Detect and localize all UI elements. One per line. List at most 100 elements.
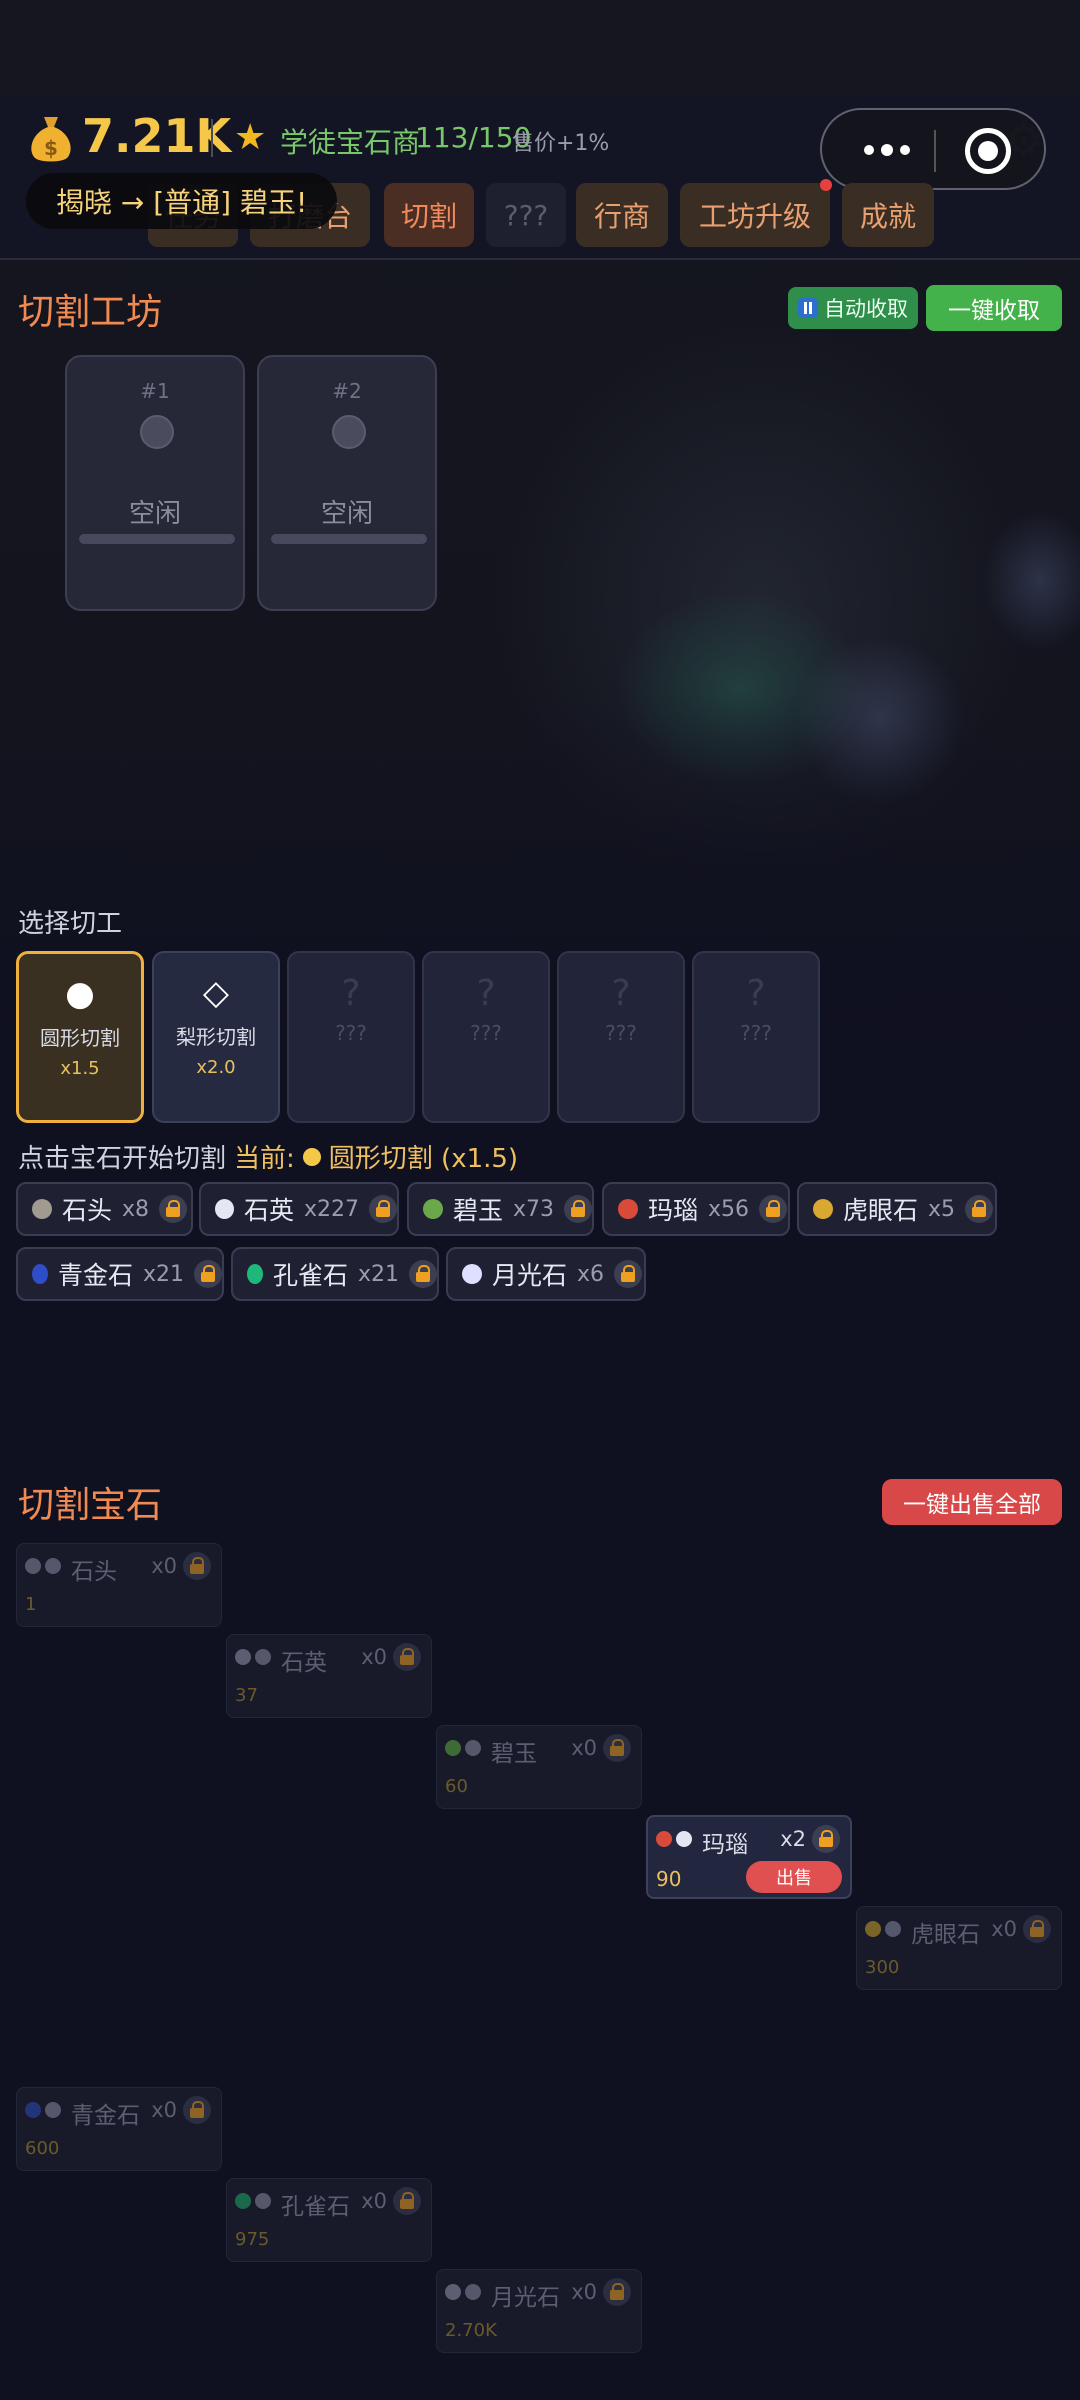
pear-cut-icon: ◇ [202,973,230,1013]
notification-dot [820,179,832,191]
lock-icon[interactable] [614,1260,643,1288]
tab-workshop-upgrade[interactable]: 工坊升级 [680,179,832,247]
tab-merchant[interactable]: 行商 [576,183,668,247]
lock-icon[interactable] [183,1552,211,1580]
lock-icon[interactable] [409,1260,437,1288]
cut-gem-card[interactable]: 虎眼石 x0 300 [856,1906,1062,1990]
cut-option-locked[interactable]: ? ??? [422,951,550,1123]
slot-progress-bar [79,534,235,544]
workshop-title: 切割工坊 [18,292,163,333]
cut-option-locked[interactable]: ? ??? [692,951,820,1123]
gem-name: 玛瑙 [648,1196,699,1225]
gem-dot [215,1199,234,1219]
raw-gem-chip[interactable]: 碧玉 x73 [407,1182,594,1236]
cutting-slot[interactable]: #2 空闲 [257,355,437,611]
sell-button[interactable]: 出售 [746,1861,842,1893]
close-target-icon[interactable] [965,128,1011,174]
cut-dot [676,1831,692,1847]
raw-gem-chip[interactable]: 玛瑙 x56 [602,1182,790,1236]
cut-multiplier: x1.5 [60,1058,100,1079]
gem-value: 90 [656,1867,682,1891]
cut-option-pear[interactable]: ◇ 梨形切割 x2.0 [152,951,280,1123]
gem-value: 1 [25,1594,37,1615]
raw-gem-chip[interactable]: 石英 x227 [199,1182,399,1236]
gem-qty: x0 [361,2189,387,2213]
gem-value: 975 [235,2229,270,2250]
cut-gem-card[interactable]: 石英 x0 37 [226,1634,432,1718]
gem-name: 青金石 [57,1261,133,1290]
question-icon: ? [476,973,496,1014]
gem-qty: x8 [122,1196,150,1222]
auto-collect-button[interactable]: 自动收取 [788,287,918,329]
gem-qty: x0 [571,2280,597,2304]
cut-gem-card[interactable]: 玛瑙 x2 90 出售 [646,1815,852,1899]
lock-icon[interactable] [159,1195,188,1223]
more-icon[interactable] [852,132,922,168]
gem-value: 37 [235,1685,258,1706]
cut-gem-card[interactable]: 青金石 x0 600 [16,2087,222,2171]
gem-name: 石英 [243,1196,294,1225]
gem-qty: x0 [361,1645,387,1669]
header-divider [211,119,213,157]
gem-name: 玛瑙 [702,1832,748,1858]
lock-icon[interactable] [812,1825,840,1853]
lock-icon[interactable] [564,1195,592,1223]
cut-dot [45,1558,61,1574]
raw-gem-chip[interactable]: 月光石 x6 [446,1247,646,1301]
cut-gem-card[interactable]: 碧玉 x0 60 [436,1725,642,1809]
sell-all-button[interactable]: 一键出售全部 [882,1479,1062,1525]
gem-name: 碧玉 [452,1196,503,1225]
lock-icon[interactable] [183,2096,211,2124]
lock-icon[interactable] [393,1643,421,1671]
gem-dot [618,1199,638,1219]
tab-cut[interactable]: 切割 [384,183,474,247]
gem-name: 月光石 [491,2285,560,2311]
tab-label: 工坊升级 [698,200,811,233]
cut-option-round[interactable]: ● 圆形切割 x1.5 [16,951,144,1123]
gem-dot [445,2284,461,2300]
tab-achievements[interactable]: 成就 [842,183,934,247]
tab-locked[interactable]: ??? [486,183,566,247]
gem-qty: x227 [303,1196,359,1222]
cut-dot [255,1649,271,1665]
gem-dot [235,1649,251,1665]
lock-icon[interactable] [1023,1915,1051,1943]
gem-dot [235,2193,251,2209]
cut-gem-card[interactable]: 孔雀石 x0 975 [226,2178,432,2262]
raw-gem-chip[interactable]: 孔雀石 x21 [231,1247,439,1301]
lock-icon[interactable] [603,2278,631,2306]
gem-name: 虎眼石 [911,1922,980,1948]
cut-name: ??? [740,1021,772,1045]
raw-gem-chip[interactable]: 石头 x8 [16,1182,193,1236]
cut-option-locked[interactable]: ? ??? [287,951,415,1123]
cutting-slot[interactable]: #1 空闲 [65,355,245,611]
gem-qty: x56 [708,1196,750,1222]
cut-gem-card[interactable]: 石头 x0 1 [16,1543,222,1627]
cut-option-locked[interactable]: ? ??? [557,951,685,1123]
question-icon: ? [611,973,631,1014]
lock-icon[interactable] [369,1195,397,1223]
slot-number: #2 [332,379,362,403]
cut-dot [465,2284,481,2300]
cut-gem-card[interactable]: 月光石 x0 2.70K [436,2269,642,2353]
slot-progress-bar [271,534,427,544]
lock-icon[interactable] [393,2187,421,2215]
cut-hint: 点击宝石开始切割 [18,1144,227,1174]
gem-name: 孔雀石 [272,1261,348,1290]
lock-icon[interactable] [965,1195,994,1223]
gem-qty: x0 [151,2098,177,2122]
gem-value: 300 [865,1957,900,1978]
top-status-bar: $ 7.21K ★ 学徒宝石商 113/150 售价+1% ⚙ 任务 打磨台 切… [0,95,1080,260]
cut-dot [45,2102,61,2118]
lock-icon[interactable] [759,1195,788,1223]
lock-icon[interactable] [194,1260,222,1288]
raw-gem-chip[interactable]: 虎眼石 x5 [797,1182,997,1236]
current-cut-dot [302,1147,321,1166]
raw-gem-chip[interactable]: 青金石 x21 [16,1247,224,1301]
collect-all-button[interactable]: 一键收取 [926,285,1062,331]
svg-text:$: $ [44,136,58,160]
gem-name: 石头 [71,1559,117,1585]
gem-dot [423,1199,443,1219]
lock-icon[interactable] [603,1734,631,1762]
current-cut-line: 点击宝石开始切割 当前: 圆形切割 (x1.5) [18,1138,518,1175]
